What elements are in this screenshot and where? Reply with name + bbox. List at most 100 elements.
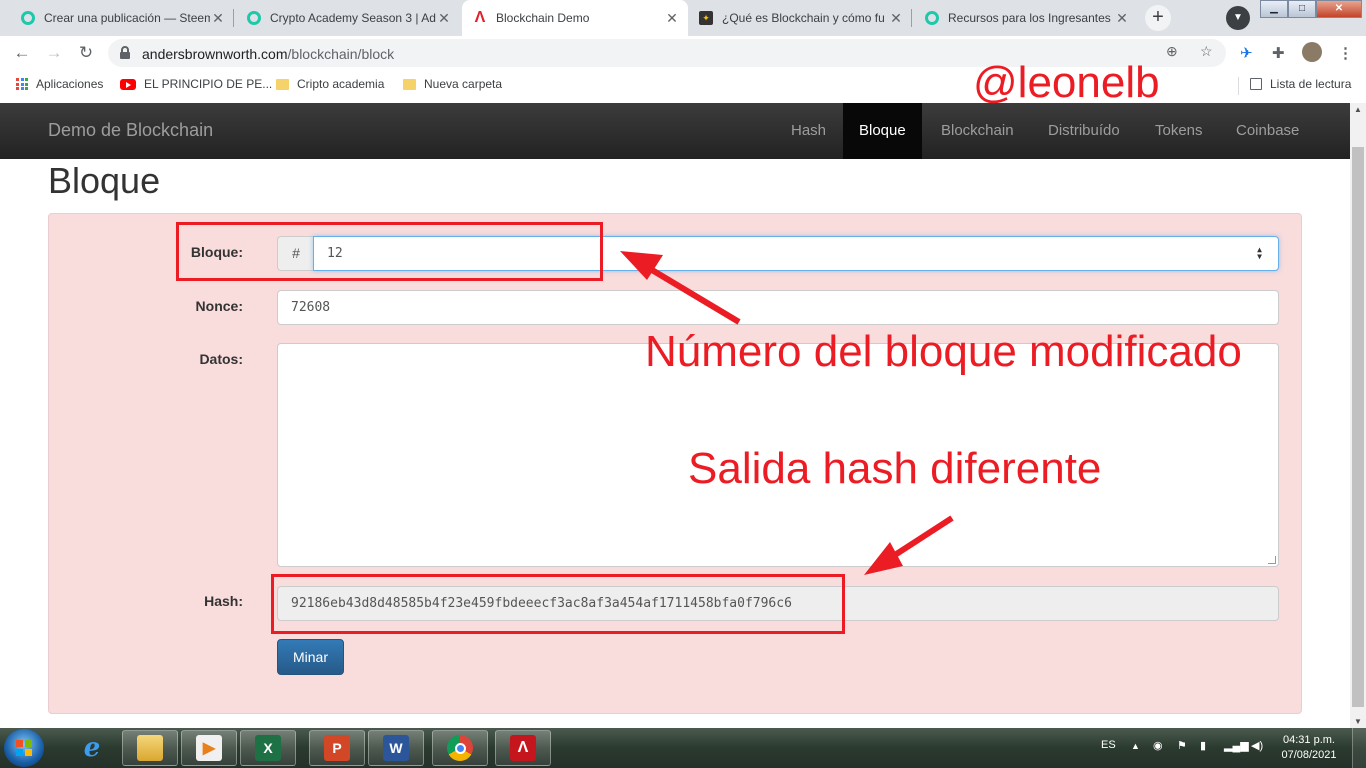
power-icon[interactable]: ▮ bbox=[1200, 739, 1206, 752]
reading-list-icon bbox=[1250, 78, 1262, 90]
back-arrow-icon[interactable]: ← bbox=[10, 41, 34, 65]
browser-tab[interactable]: Crear una publicación — Steem ✕ bbox=[10, 0, 234, 36]
start-button[interactable] bbox=[4, 729, 44, 767]
nav-tokens[interactable]: Tokens bbox=[1139, 103, 1219, 159]
bookmark-star-icon[interactable]: ☆ bbox=[1200, 43, 1213, 60]
volume-icon[interactable]: ◀) bbox=[1251, 739, 1263, 752]
signal-bars-icon[interactable]: ▂▄▆ bbox=[1224, 739, 1249, 752]
author-watermark: @leonelb bbox=[973, 58, 1160, 107]
bookmark-item[interactable]: Aplicaciones bbox=[16, 77, 103, 91]
system-clock[interactable]: 04:31 p.m. 07/08/2021 bbox=[1276, 733, 1342, 763]
scroll-down-icon[interactable]: ▼ bbox=[1350, 717, 1366, 726]
bookmark-item[interactable]: Cripto academia bbox=[276, 77, 384, 91]
browser-tab[interactable]: Crypto Academy Season 3 | Ad ✕ bbox=[236, 0, 460, 36]
nonce-value: 72608 bbox=[291, 300, 331, 315]
close-window-button[interactable]: ✕ bbox=[1316, 0, 1362, 18]
bookmark-item[interactable]: EL PRINCIPIO DE PE... bbox=[120, 77, 272, 91]
reading-list-button[interactable]: Lista de lectura bbox=[1250, 77, 1351, 91]
hash-label: Hash: bbox=[204, 593, 243, 609]
language-indicator[interactable]: ES bbox=[1101, 739, 1116, 751]
site-brand[interactable]: Demo de Blockchain bbox=[48, 120, 213, 141]
close-tab-icon[interactable]: ✕ bbox=[664, 10, 680, 27]
nonce-input[interactable]: 72608 bbox=[277, 290, 1279, 325]
media-player-icon[interactable]: ▶ bbox=[181, 730, 237, 766]
nav-distribuido[interactable]: Distribuído bbox=[1032, 103, 1136, 159]
minimize-button[interactable]: ▁ bbox=[1260, 0, 1288, 18]
clock-date: 07/08/2021 bbox=[1281, 749, 1337, 761]
chrome-icon[interactable] bbox=[432, 730, 488, 766]
number-spinner-icon[interactable]: ▲ ▼ bbox=[1257, 246, 1262, 261]
zoom-icon[interactable]: ⊕ bbox=[1166, 43, 1178, 60]
bookmark-label: Aplicaciones bbox=[36, 77, 104, 91]
network-app-icon[interactable]: ◉ bbox=[1153, 739, 1163, 752]
bookmark-label: Nueva carpeta bbox=[424, 77, 503, 91]
tab-title: ¿Qué es Blockchain y cómo fu bbox=[722, 11, 885, 25]
show-desktop-button[interactable] bbox=[1352, 728, 1366, 768]
show-hidden-icons[interactable]: ▲ bbox=[1131, 741, 1140, 751]
close-tab-icon[interactable]: ✕ bbox=[888, 10, 904, 27]
tab-strip: Crear una publicación — Steem ✕ Crypto A… bbox=[0, 0, 1366, 36]
mine-button[interactable]: Minar bbox=[277, 639, 344, 675]
blockchain-demo-icon: Λ bbox=[474, 9, 486, 26]
bookmark-item[interactable]: Nueva carpeta bbox=[403, 77, 502, 91]
steem-icon bbox=[924, 10, 940, 26]
powerpoint-icon[interactable]: P bbox=[309, 730, 365, 766]
tab-title: Crear una publicación — Steem bbox=[44, 11, 210, 25]
extension-icon[interactable]: ✈ bbox=[1240, 44, 1253, 62]
bookmarks-bar: Aplicaciones EL PRINCIPIO DE PE... Cript… bbox=[0, 70, 1366, 103]
tab-search-icon[interactable]: ▼ bbox=[1226, 6, 1250, 30]
file-explorer-icon[interactable] bbox=[122, 730, 178, 766]
steem-icon bbox=[246, 10, 262, 26]
extensions-puzzle-icon[interactable]: ✚ bbox=[1272, 44, 1285, 62]
clock-time: 04:31 p.m. bbox=[1283, 734, 1335, 746]
close-tab-icon[interactable]: ✕ bbox=[1114, 10, 1130, 27]
scrollbar-thumb[interactable] bbox=[1352, 147, 1364, 707]
site-navbar: Demo de Blockchain Hash Bloque Blockchai… bbox=[0, 103, 1350, 159]
resize-grip-icon[interactable] bbox=[1268, 556, 1276, 564]
close-tab-icon[interactable]: ✕ bbox=[436, 10, 452, 27]
maximize-button[interactable]: □ bbox=[1288, 0, 1316, 18]
article-icon: ✦ bbox=[698, 10, 714, 26]
folder-icon bbox=[403, 78, 416, 90]
browser-tab-active[interactable]: Λ Blockchain Demo ✕ bbox=[462, 0, 688, 36]
nav-bloque[interactable]: Bloque bbox=[843, 103, 922, 159]
tab-title: Blockchain Demo bbox=[496, 11, 590, 25]
hash-note: Salida hash diferente bbox=[688, 444, 1102, 493]
action-center-icon[interactable]: ⚑ bbox=[1177, 739, 1187, 752]
new-tab-button[interactable]: + bbox=[1145, 5, 1171, 31]
scroll-up-icon[interactable]: ▲ bbox=[1350, 105, 1366, 114]
more-menu-icon[interactable]: ⋮ bbox=[1338, 44, 1353, 62]
data-label: Datos: bbox=[199, 351, 243, 367]
forward-arrow-icon[interactable]: → bbox=[42, 41, 66, 65]
youtube-icon bbox=[120, 78, 136, 90]
bookmarks-divider bbox=[1238, 77, 1239, 95]
nav-coinbase[interactable]: Coinbase bbox=[1220, 103, 1315, 159]
reading-list-label: Lista de lectura bbox=[1270, 77, 1352, 91]
excel-icon[interactable]: X bbox=[240, 730, 296, 766]
bookmark-label: EL PRINCIPIO DE PE... bbox=[144, 77, 273, 91]
browser-tab[interactable]: ✦ ¿Qué es Blockchain y cómo fu ✕ bbox=[688, 0, 912, 36]
steem-icon bbox=[20, 10, 36, 26]
page-title: Bloque bbox=[48, 160, 161, 201]
browser-toolbar: ← → ↻ andersbrownworth.com/blockchain/bl… bbox=[0, 36, 1366, 70]
nav-blockchain[interactable]: Blockchain bbox=[925, 103, 1030, 159]
folder-icon bbox=[276, 78, 289, 90]
bookmark-label: Cripto academia bbox=[297, 77, 385, 91]
word-icon[interactable]: W bbox=[368, 730, 424, 766]
acrobat-icon[interactable]: Ʌ bbox=[495, 730, 551, 766]
tab-title: Recursos para los Ingresantes bbox=[948, 11, 1111, 25]
hash-highlight bbox=[271, 574, 845, 634]
url-text[interactable]: andersbrownworth.com/blockchain/block bbox=[142, 46, 394, 62]
windows-logo-icon bbox=[16, 740, 32, 756]
windows-taskbar: e ▶ X P W Ʌ ES ▲ ◉ ⚑ ▮ ▂▄▆ ◀) 04:31 p.m.… bbox=[0, 728, 1366, 768]
browser-tab[interactable]: Recursos para los Ingresantes ✕ bbox=[914, 0, 1138, 36]
page-scrollbar[interactable]: ▲ ▼ bbox=[1350, 103, 1366, 728]
internet-explorer-icon[interactable]: e bbox=[64, 730, 120, 766]
block-number-highlight bbox=[176, 222, 603, 281]
nav-hash[interactable]: Hash bbox=[775, 103, 842, 159]
close-tab-icon[interactable]: ✕ bbox=[210, 10, 226, 27]
lock-icon bbox=[120, 46, 130, 59]
reload-icon[interactable]: ↻ bbox=[74, 41, 98, 65]
nonce-label: Nonce: bbox=[195, 298, 243, 314]
profile-avatar[interactable] bbox=[1302, 42, 1322, 62]
